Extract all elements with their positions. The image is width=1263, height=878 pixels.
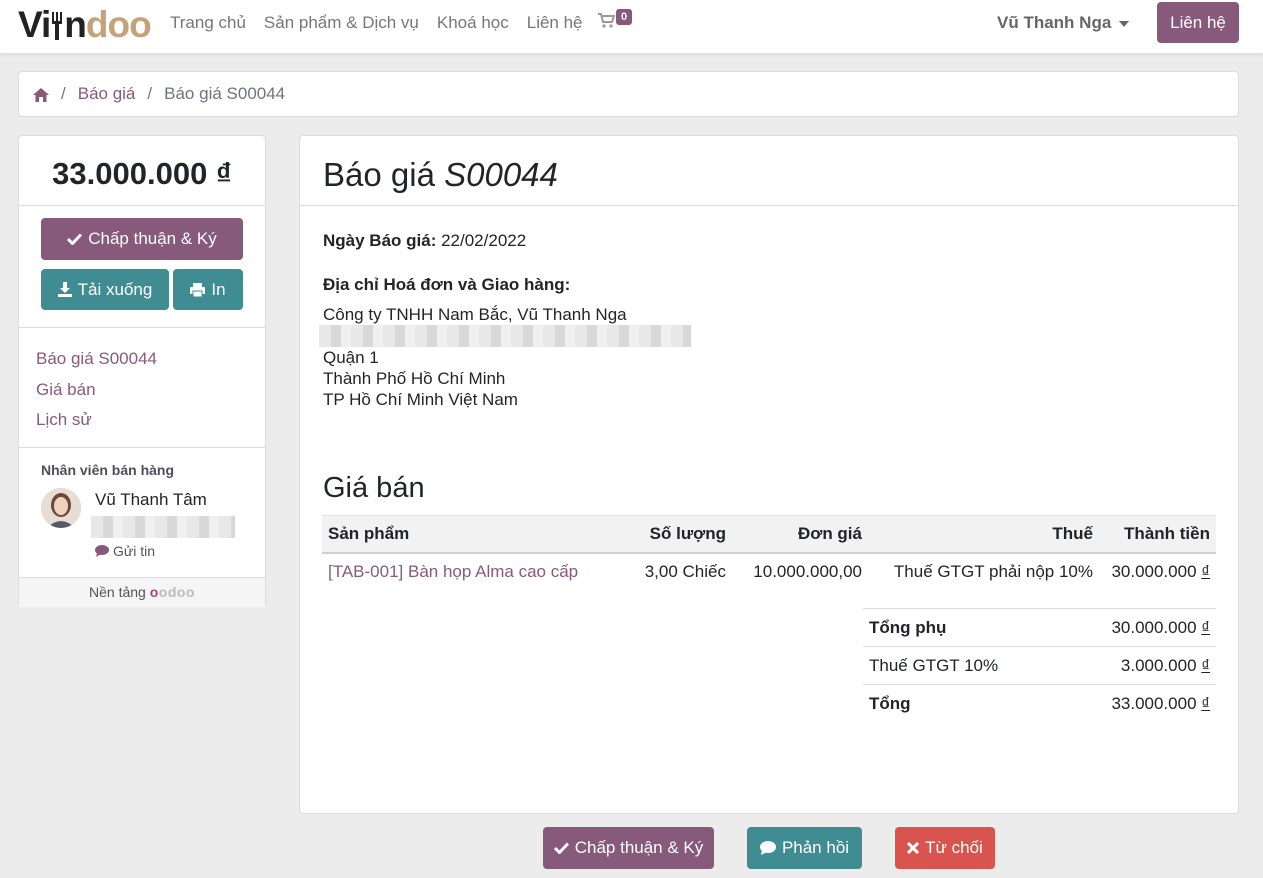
product-link[interactable]: [TAB-001] Bàn họp Alma cao cấp [328, 562, 578, 581]
column-header: Thành tiền [1099, 515, 1216, 554]
user-name: Vũ Thanh Nga [997, 13, 1112, 32]
chat-icon [95, 545, 109, 557]
quantity-cell: 3,00 Chiếc [644, 562, 726, 581]
column-header: Sản phẩm [322, 515, 632, 554]
quote-info: Ngày Báo giá: 22/02/2022 Địa chỉ Hoá đơn… [300, 206, 1238, 434]
nav-home[interactable]: Trang chủ [170, 13, 246, 33]
order-lines-table: Sản phẩm Số lượng Đơn giá Thuế Thành tiề… [322, 515, 1216, 591]
address-block: Địa chỉ Hoá đơn và Giao hàng: Công ty TN… [319, 274, 1215, 410]
section-title-pricing: Giá bán [323, 472, 425, 504]
reject-button[interactable]: Từ chối [895, 827, 995, 869]
sidebar-item-pricing[interactable]: Giá bán [36, 375, 248, 406]
cart-count-badge: 0 [616, 9, 633, 25]
sidebar: 33.000.000 ₫ Chấp thuận & Ký Tải xuống I… [18, 135, 266, 607]
page-title: Báo giá S00044 [300, 136, 1238, 206]
unit-price-cell: 10.000.000,00 [753, 562, 862, 581]
avatar [41, 488, 81, 528]
column-header: Thuế [868, 515, 1099, 554]
print-icon [190, 282, 206, 297]
top-navbar: Vi ndoo Trang chủ Sản phẩm & Dịch vụ Khoá… [0, 0, 1263, 54]
column-header: Số lượng [632, 515, 732, 554]
contact-button[interactable]: Liên hệ [1157, 2, 1239, 43]
address-line: TP Hồ Chí Minh Việt Nam [323, 390, 518, 409]
odoo-logo[interactable]: oodoo [150, 584, 195, 600]
grand-total-row: Tổng 33.000.000 ₫ [863, 684, 1216, 723]
nav-courses[interactable]: Khoá học [437, 13, 509, 33]
address-line: Thành Phố Hồ Chí Minh [323, 369, 506, 388]
chat-icon [759, 841, 776, 855]
check-icon [67, 233, 83, 245]
breadcrumb: / Báo giá / Báo giá S00044 [18, 71, 1239, 117]
print-button[interactable]: In [173, 269, 243, 310]
chevron-down-icon [1119, 20, 1130, 27]
breadcrumb-separator: / [147, 84, 153, 103]
accept-sign-button[interactable]: Chấp thuận & Ký [41, 218, 243, 260]
sidebar-nav: Báo giá S00044 Giá bán Lịch sử [19, 328, 265, 448]
address-line: Quận 1 [323, 348, 379, 367]
quote-number: S00044 [444, 156, 558, 193]
table-header-row: Sản phẩm Số lượng Đơn giá Thuế Thành tiề… [322, 515, 1216, 554]
nav-products-services[interactable]: Sản phẩm & Dịch vụ [264, 13, 419, 33]
download-icon [57, 282, 72, 297]
table-row: [TAB-001] Bàn họp Alma cao cấp 3,00 Chiế… [322, 553, 1216, 591]
column-header: Đơn giá [732, 515, 868, 554]
close-icon [907, 842, 920, 854]
total-amount: 33.000.000 ₫ [19, 136, 265, 206]
main-nav: Trang chủ Sản phẩm & Dịch vụ Khoá học Li… [170, 13, 583, 33]
address-line: Công ty TNHH Nam Bắc, Vũ Thanh Nga [323, 305, 627, 324]
amount-cell: 30.000.000 ₫ [1111, 562, 1210, 581]
user-menu[interactable]: Vũ Thanh Nga [997, 13, 1130, 33]
site-logo[interactable]: Vi ndoo [18, 4, 152, 46]
breadcrumb-separator: / [61, 84, 66, 103]
quote-date: Ngày Báo giá: 22/02/2022 [323, 231, 527, 250]
salesperson-title: Nhân viên bán hàng [41, 462, 175, 478]
cart-icon[interactable] [598, 13, 616, 33]
breadcrumb-quotes[interactable]: Báo giá [78, 84, 136, 104]
powered-by: Nền tảng oodoo [19, 578, 265, 607]
feedback-button[interactable]: Phản hồi [747, 827, 862, 869]
address-title: Địa chỉ Hoá đơn và Giao hàng: [323, 275, 571, 294]
salesperson-card: Nhân viên bán hàng Vũ Thanh Tâm Gửi tin [19, 448, 265, 578]
sidebar-item-history[interactable]: Lịch sử [36, 405, 248, 436]
breadcrumb-current: Báo giá S00044 [164, 84, 286, 103]
subtotal-row: Tổng phụ 30.000.000 ₫ [863, 608, 1216, 647]
home-icon[interactable] [33, 87, 49, 102]
accept-sign-button-bottom[interactable]: Chấp thuận & Ký [543, 827, 714, 869]
tax-row: Thuế GTGT 10% 3.000.000 ₫ [863, 646, 1216, 685]
quote-document: Báo giá S00044 Ngày Báo giá: 22/02/2022 … [299, 135, 1239, 814]
download-button[interactable]: Tải xuống [41, 269, 169, 310]
send-message-link[interactable]: Gửi tin [95, 543, 155, 559]
redacted-address [319, 325, 1215, 347]
salesperson-name: Vũ Thanh Tâm [95, 490, 207, 509]
sidebar-actions: Chấp thuận & Ký Tải xuống In [19, 206, 265, 328]
fork-icon [52, 12, 63, 40]
check-icon [553, 842, 569, 854]
totals-table: Tổng phụ 30.000.000 ₫ Thuế GTGT 10% 3.00… [863, 608, 1216, 723]
sidebar-item-quote[interactable]: Báo giá S00044 [36, 344, 248, 375]
tax-cell: Thuế GTGT phải nộp 10% [893, 562, 1093, 581]
nav-contact[interactable]: Liên hệ [527, 13, 583, 33]
redacted-contact [91, 516, 235, 538]
